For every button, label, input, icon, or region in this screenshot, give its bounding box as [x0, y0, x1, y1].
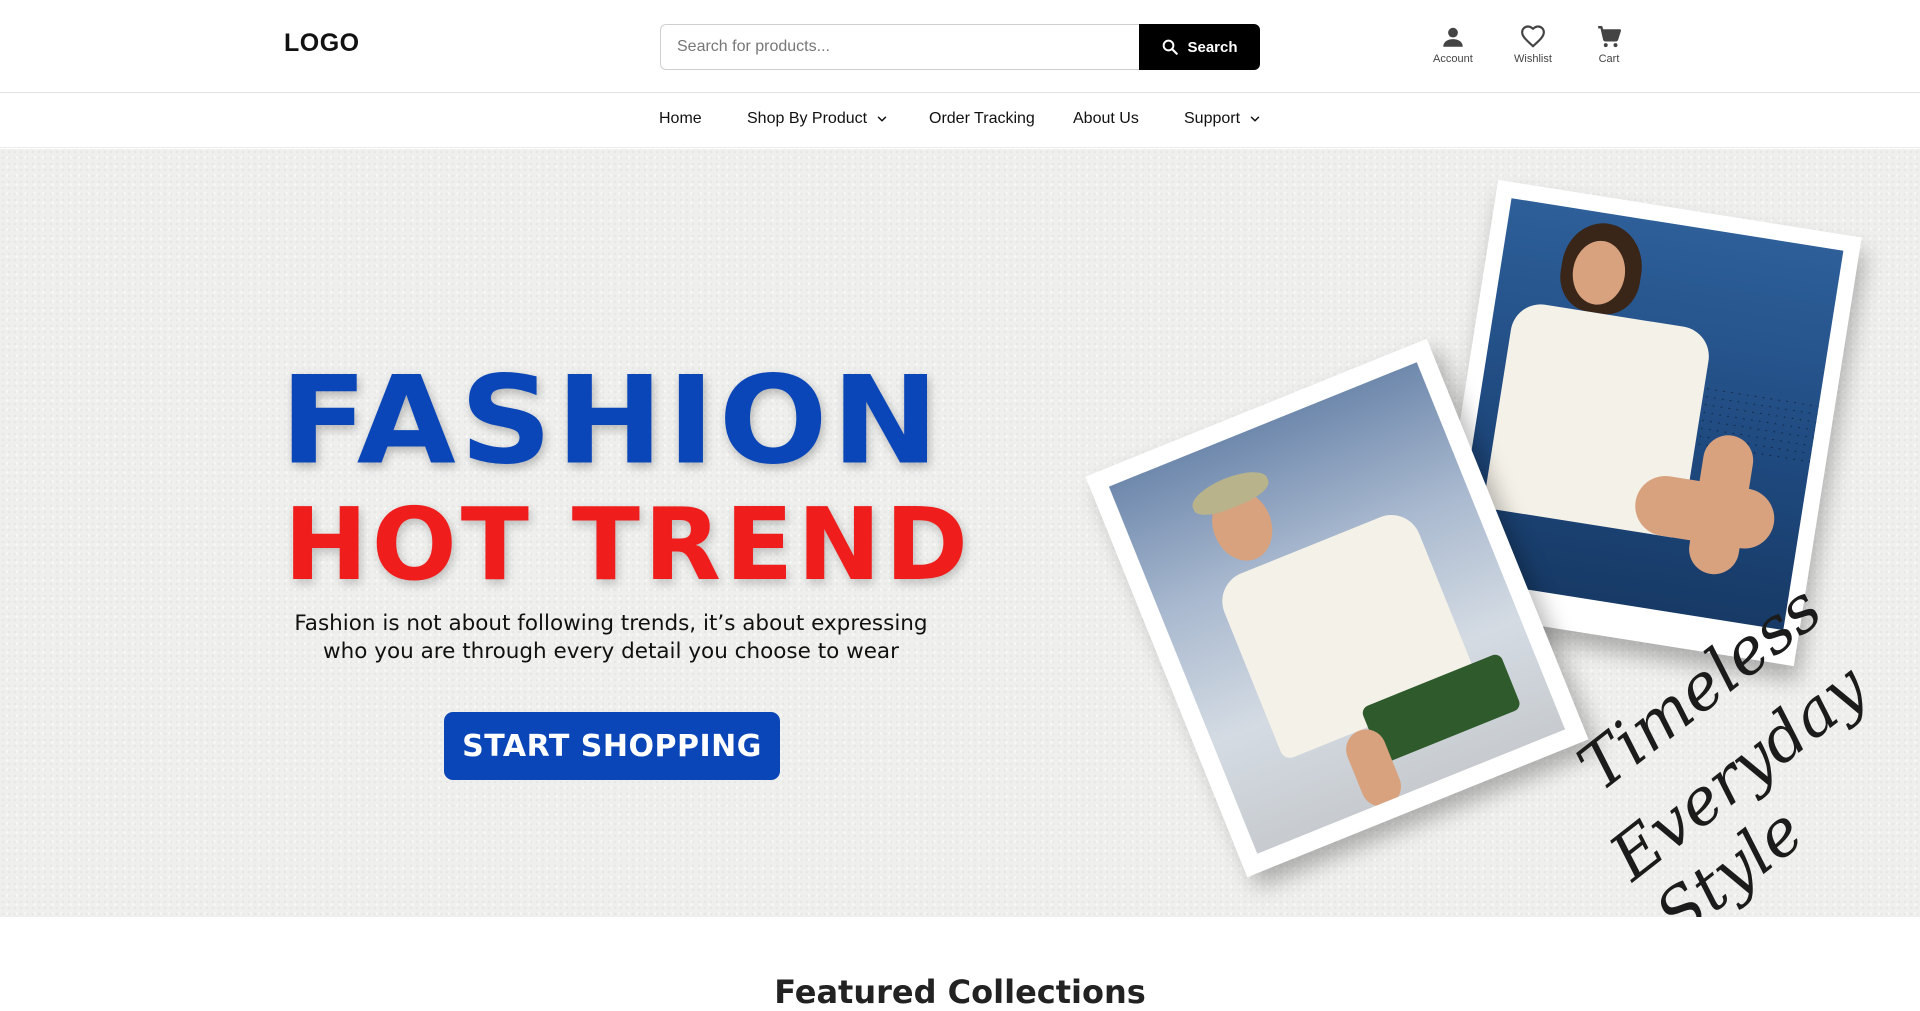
search-icon [1163, 39, 1179, 55]
site-header: LOGO Search Account Wishlist Cart [0, 0, 1920, 93]
hero-headline-secondary: HOT TREND [284, 486, 972, 603]
hero-banner: FASHION HOT TREND Fashion is not about f… [0, 149, 1920, 917]
cart-icon [1598, 26, 1622, 48]
featured-collections-section: Featured Collections [0, 917, 1920, 1011]
section-title: Featured Collections [774, 973, 1146, 1011]
hero-subtitle: Fashion is not about following trends, i… [294, 611, 928, 664]
nav-item-home[interactable]: Home [659, 110, 702, 128]
chevron-down-icon [1250, 116, 1260, 122]
model-leg [1685, 431, 1757, 578]
main-nav: Home Shop By Product Order Tracking Abou… [0, 94, 1920, 148]
chevron-down-icon [877, 116, 887, 122]
nav-item-order-tracking[interactable]: Order Tracking [929, 110, 1035, 128]
account-link[interactable]: Account [1433, 24, 1473, 65]
hero-headline-primary: FASHION [280, 350, 943, 493]
nav-item-shop-by-product[interactable]: Shop By Product [747, 110, 889, 128]
search-input[interactable] [660, 24, 1139, 70]
wishlist-link[interactable]: Wishlist [1514, 24, 1552, 65]
heart-icon [1521, 25, 1545, 48]
nav-item-label: Home [659, 110, 702, 127]
search-button-label: Search [1187, 38, 1238, 56]
nav-item-label: About Us [1073, 110, 1139, 127]
cart-label: Cart [1598, 53, 1620, 65]
nav-item-support[interactable]: Support [1184, 110, 1262, 128]
wishlist-label: Wishlist [1514, 53, 1552, 65]
search-bar: Search [660, 24, 1260, 70]
account-icon [1443, 27, 1463, 47]
nav-item-label: Shop By Product [747, 110, 868, 127]
account-label: Account [1433, 53, 1473, 65]
search-button[interactable]: Search [1139, 24, 1260, 70]
start-shopping-button[interactable]: START SHOPPING [444, 712, 780, 780]
nav-item-about-us[interactable]: About Us [1073, 110, 1139, 128]
nav-item-label: Support [1184, 110, 1241, 127]
cart-link[interactable]: Cart [1596, 24, 1622, 65]
nav-item-label: Order Tracking [929, 110, 1035, 127]
site-logo[interactable]: LOGO [284, 29, 360, 58]
